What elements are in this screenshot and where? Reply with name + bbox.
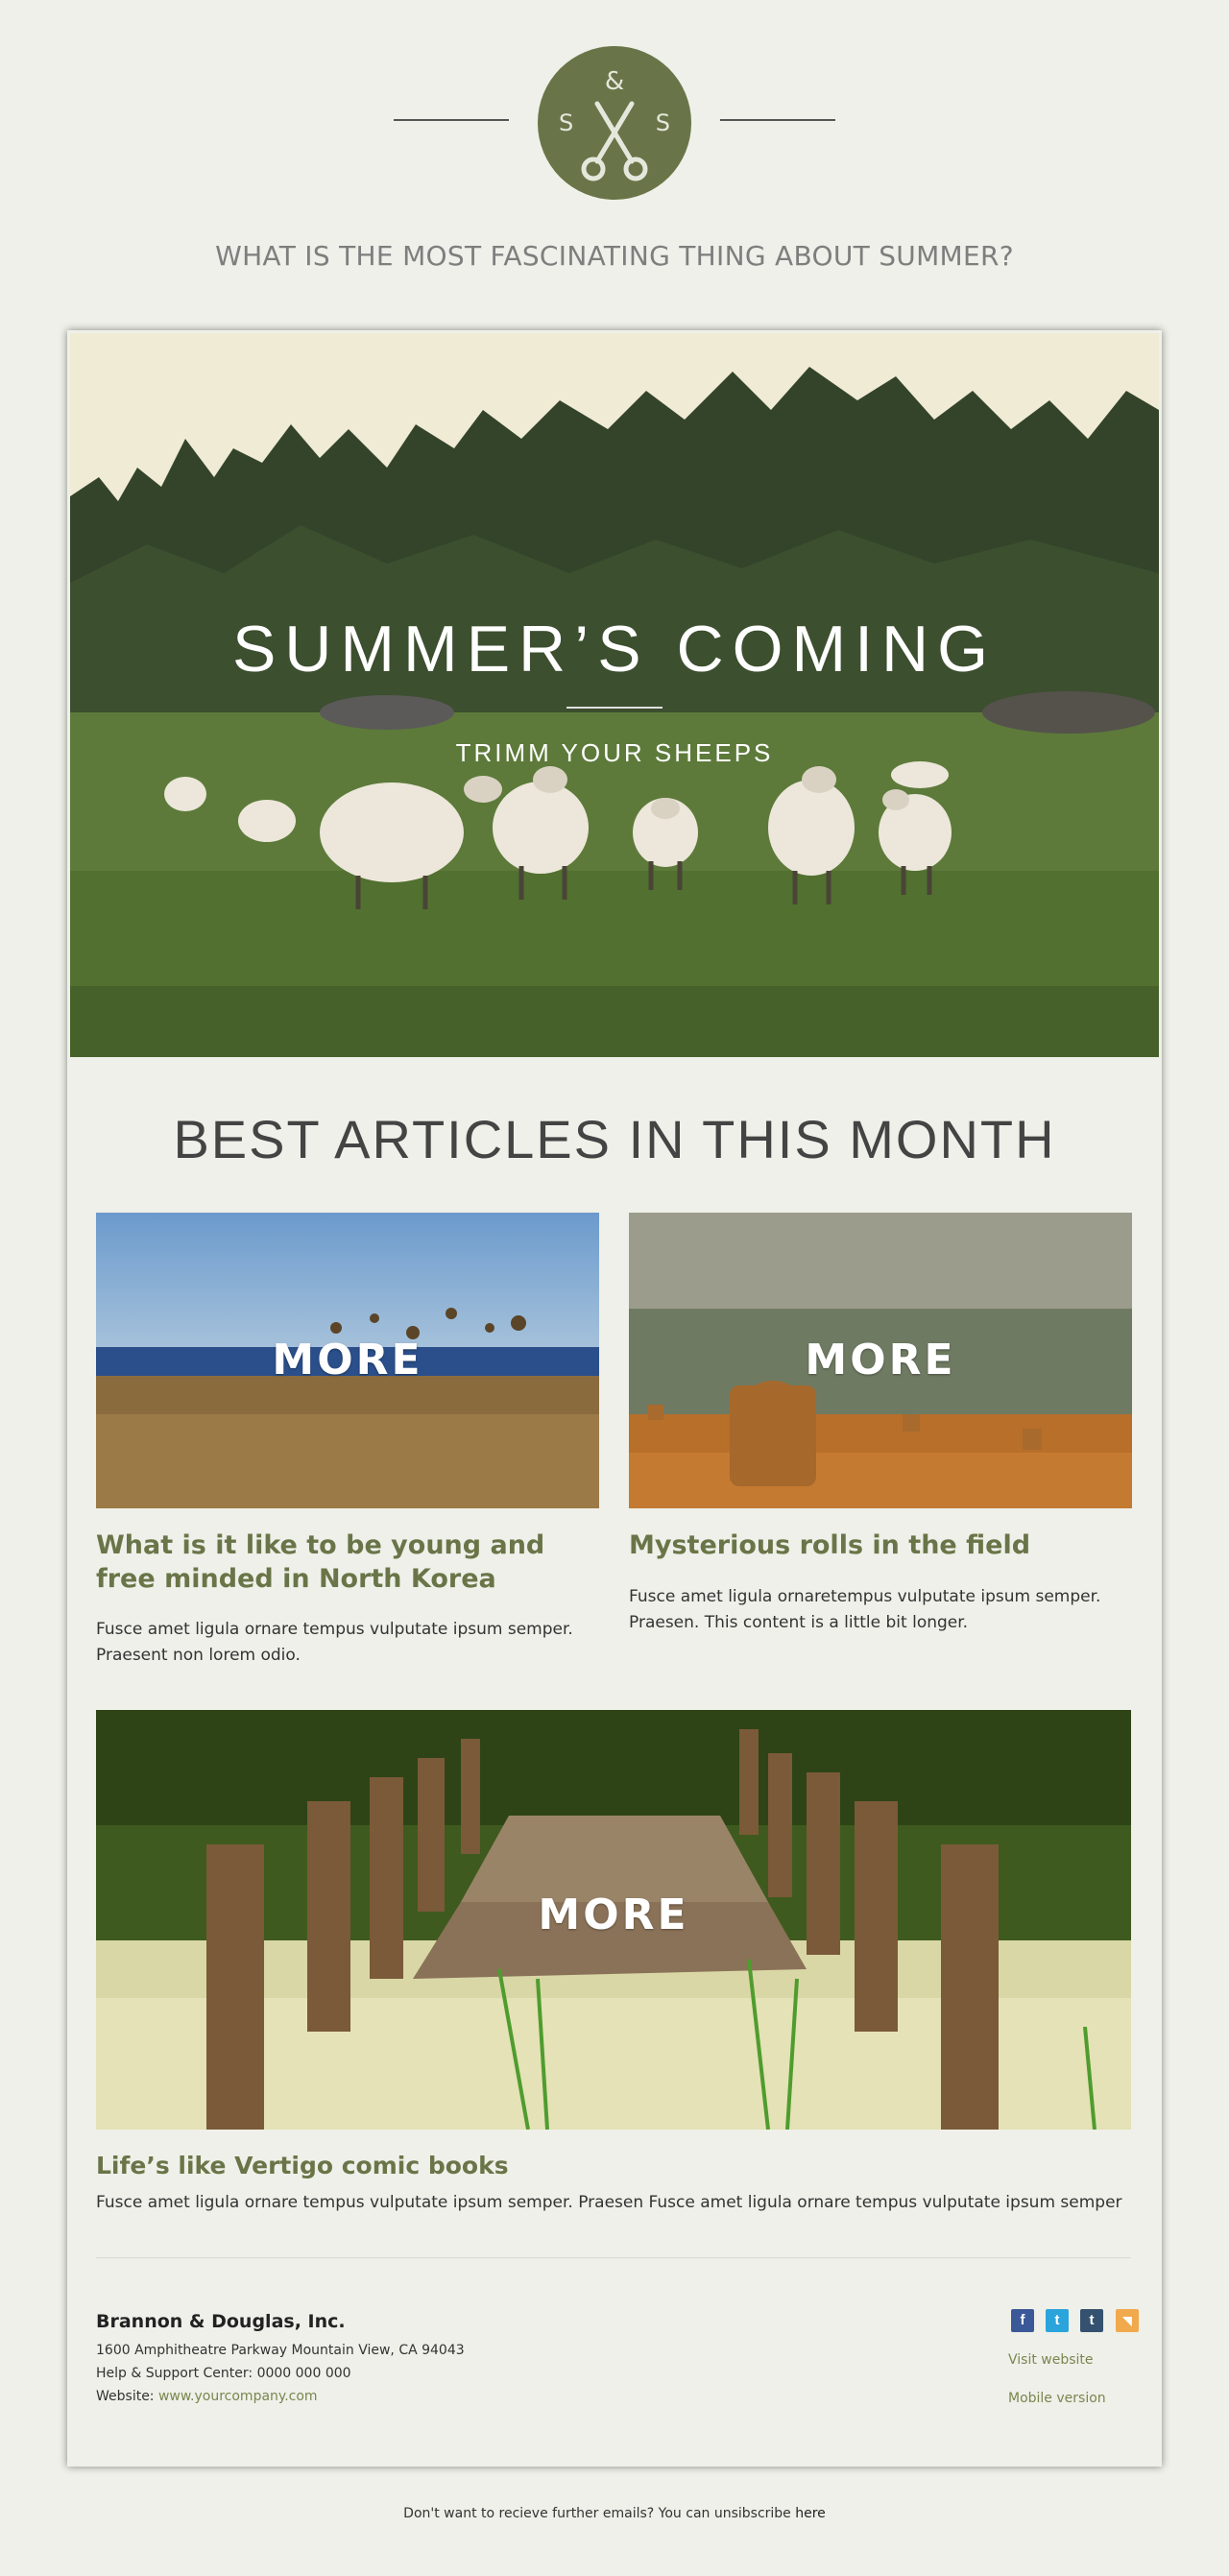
hero-title: SUMMER’S COMING [231,613,998,686]
article-3-more-label[interactable]: MORE [96,1890,1131,1939]
company-name: Brannon & Douglas, Inc. [96,2311,346,2332]
email-header: & S S WHAT IS THE MOST FASCINATING THING… [0,0,1229,326]
article-1-title[interactable]: What is it like to be young and free min… [96,1529,595,1596]
article-2-title[interactable]: Mysterious rolls in the field [629,1529,1128,1562]
hero-divider [566,707,663,709]
company-address: 1600 Amphitheatre Parkway Mountain View,… [96,2343,465,2358]
email-card: SUMMER’S COMING TRIMM YOUR SHEEPS BEST A… [67,330,1162,2467]
article-1-body: Fusce amet ligula ornare tempus vulputat… [96,1620,573,1665]
hero-banner[interactable]: SUMMER’S COMING TRIMM YOUR SHEEPS [70,333,1159,1057]
unsubscribe-link[interactable]: here [795,2506,826,2521]
company-support: Help & Support Center: 0000 000 000 [96,2366,351,2381]
company-website: Website: www.yourcompany.com [96,2389,318,2404]
article-1-thumbnail[interactable]: MORE [96,1213,599,1508]
article-3-body: Fusce amet ligula ornare tempus vulputat… [96,2193,1122,2212]
scissors-icon [581,101,648,181]
hero-subtitle: TRIMM YOUR SHEEPS [455,738,774,767]
section-title: BEST ARTICLES IN THIS MONTH [173,1109,1056,1169]
facebook-icon[interactable]: f [1011,2309,1034,2332]
header-rule-left [394,119,509,121]
article-1-more-label[interactable]: MORE [96,1336,599,1384]
article-3-thumbnail[interactable]: MORE [96,1710,1131,2130]
mobile-version-link[interactable]: Mobile version [1008,2391,1106,2406]
hero-image [70,333,1159,1057]
article-2-body: Fusce amet ligula ornaretempus vulputate… [629,1587,1101,1632]
brand-logo[interactable]: & S S [538,46,691,200]
tumblr-icon[interactable]: t [1080,2309,1103,2332]
article-2-more-label[interactable]: MORE [629,1336,1132,1384]
header-tagline: WHAT IS THE MOST FASCINATING THING ABOUT… [215,240,1014,272]
unsubscribe-footer: Don't want to recieve further emails? Yo… [0,2506,1229,2521]
article-3-title[interactable]: Life’s like Vertigo comic books [96,2149,1131,2182]
footer-divider [96,2257,1131,2258]
twitter-icon[interactable]: t [1046,2309,1069,2332]
logo-letter-left: S [559,109,574,136]
unsubscribe-text: Don't want to recieve further emails? Yo… [403,2506,796,2521]
article-2-thumbnail[interactable]: MORE [629,1213,1132,1508]
website-label: Website: [96,2389,158,2404]
website-link[interactable]: www.yourcompany.com [158,2389,318,2404]
header-rule-right [720,119,835,121]
logo-letter-right: S [655,109,670,136]
rss-icon[interactable]: ◥ [1116,2309,1139,2332]
visit-website-link[interactable]: Visit website [1008,2352,1094,2368]
